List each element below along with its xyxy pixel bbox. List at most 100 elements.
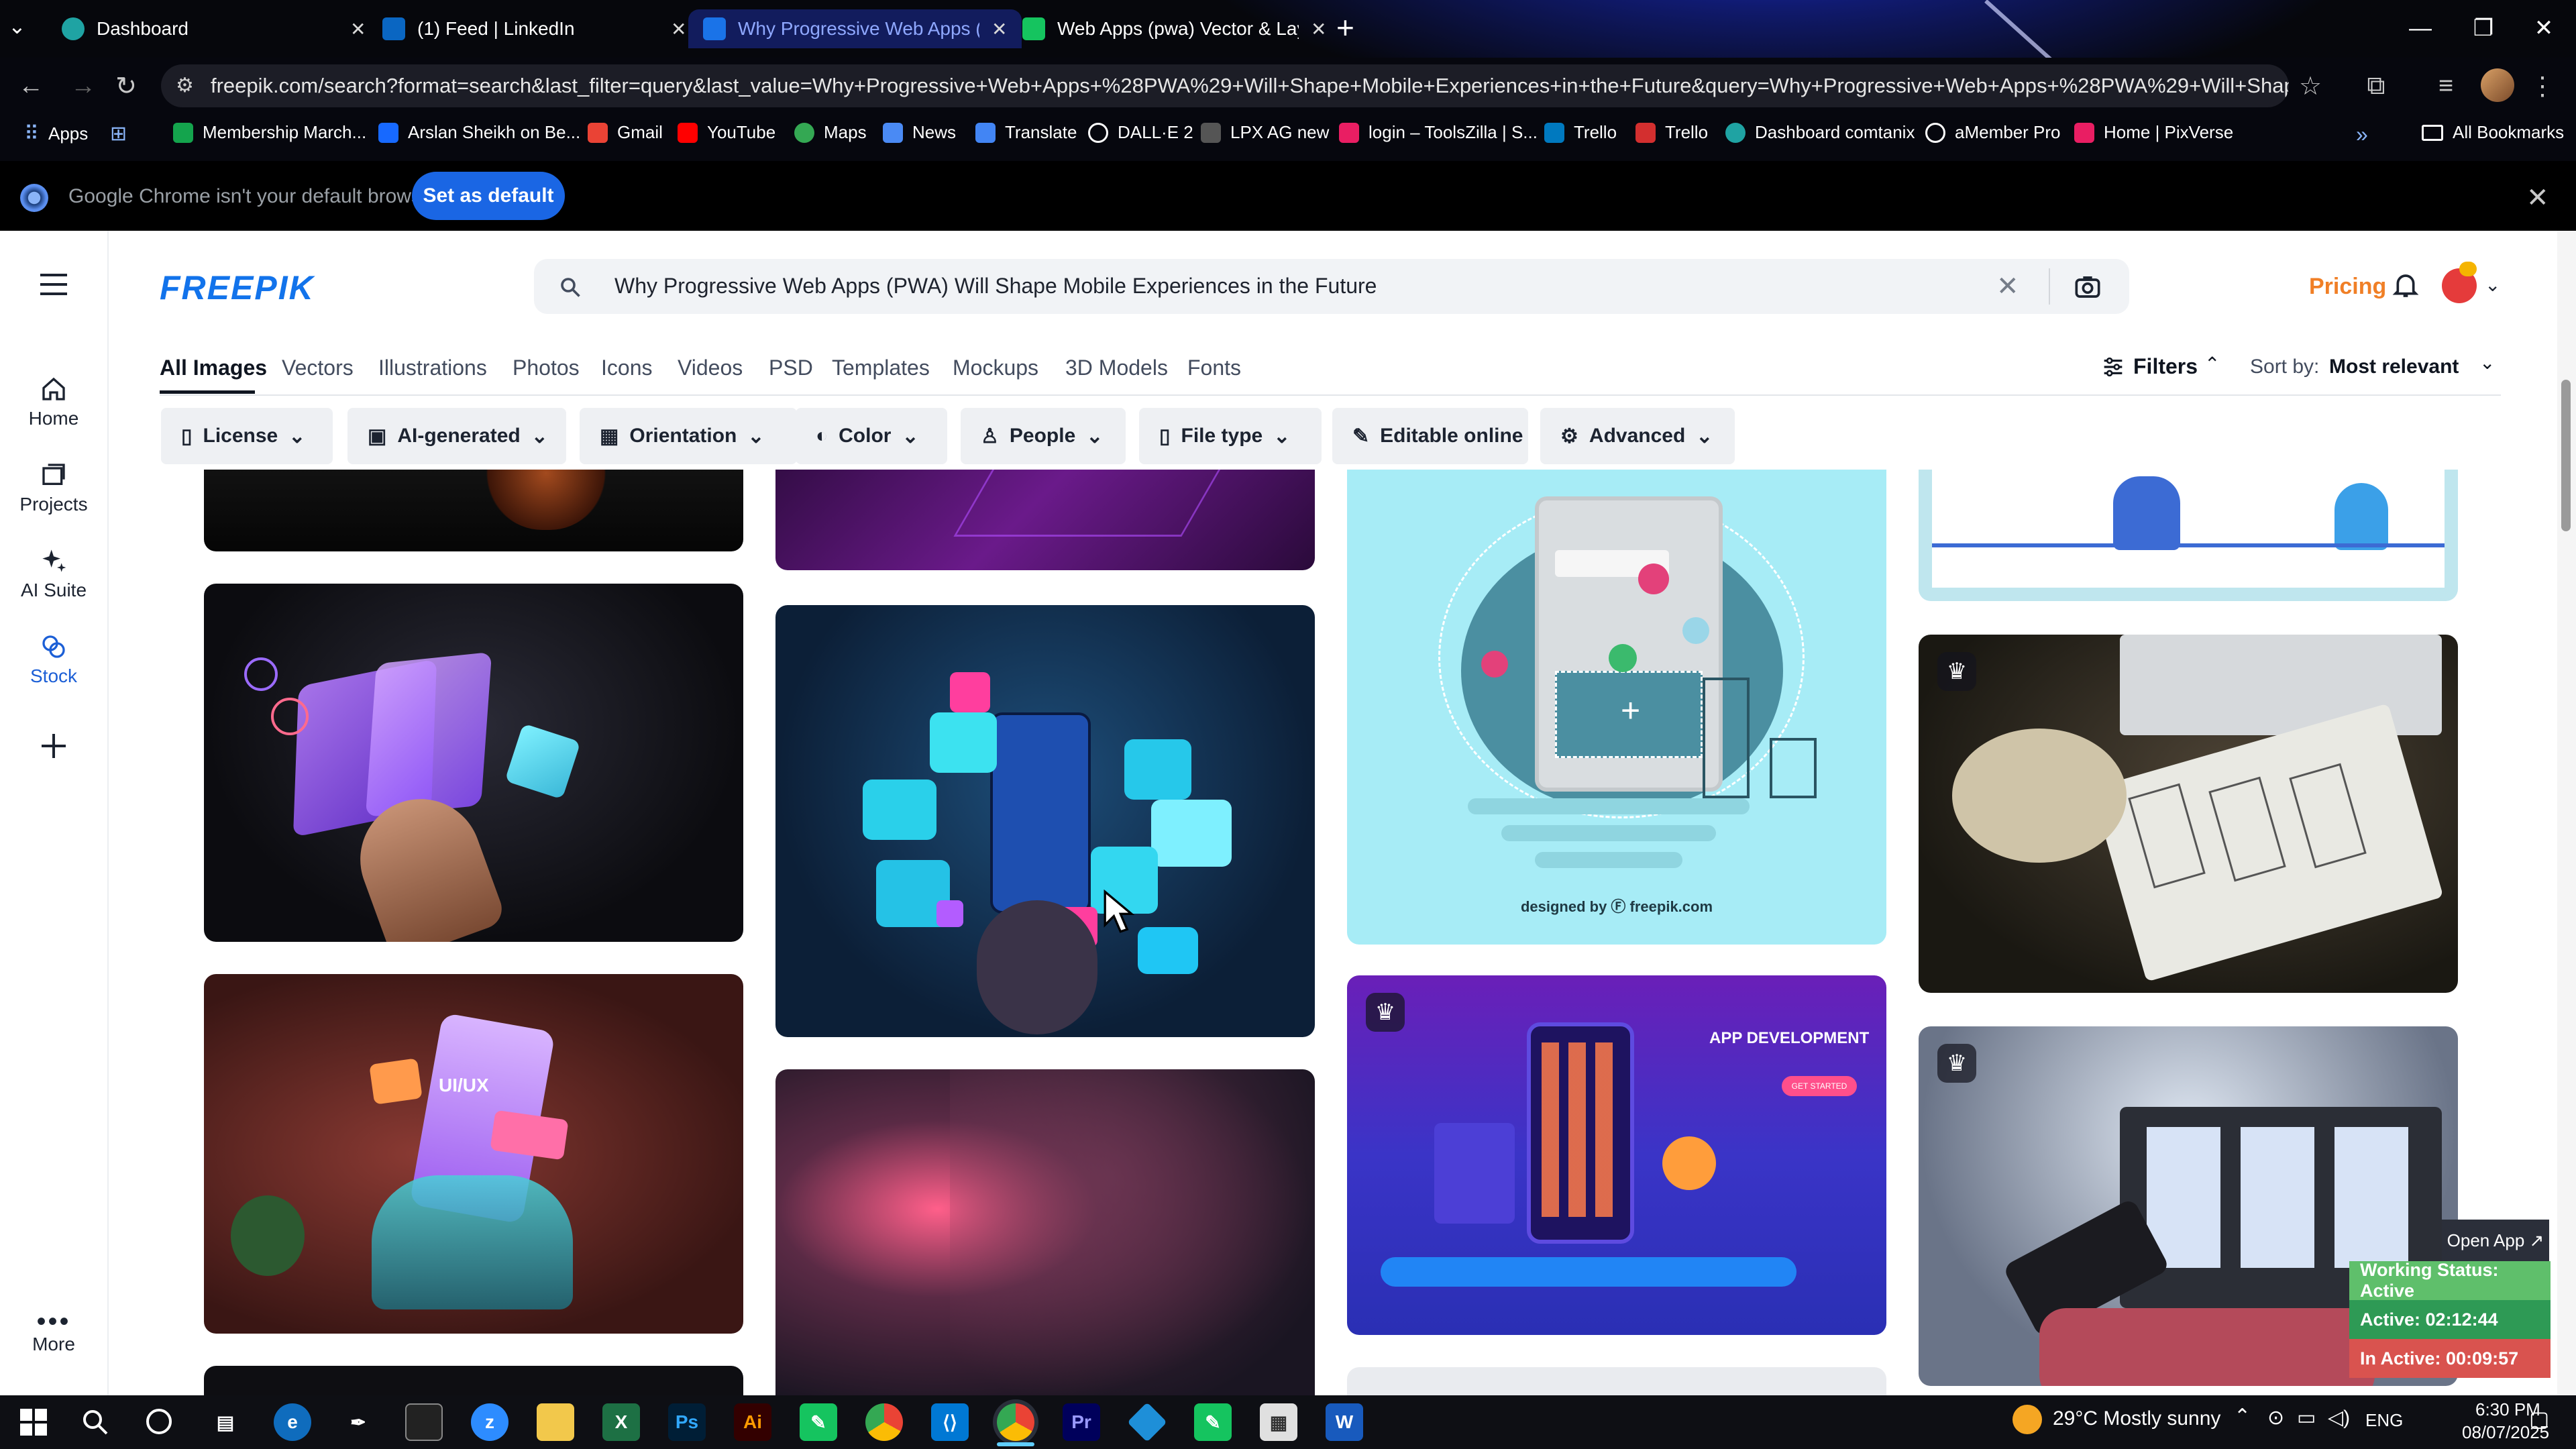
image-card[interactable] [775, 605, 1315, 1037]
tab-icons[interactable]: Icons [601, 356, 652, 380]
tab-videos[interactable]: Videos [678, 356, 743, 380]
close-window-button[interactable]: ✕ [2512, 9, 2576, 47]
notifications-icon[interactable]: ▢ [2529, 1406, 2549, 1432]
pen-tool-icon[interactable]: ✒ [339, 1403, 377, 1441]
tab-freepik-search[interactable]: Why Progressive Web Apps (PW ✕ [688, 9, 1022, 48]
tray-chevron-up-icon[interactable]: ⌃ [2234, 1405, 2251, 1428]
bookmark-youtube[interactable]: YouTube [678, 122, 775, 143]
tab-fonts[interactable]: Fonts [1187, 356, 1241, 380]
filter-color[interactable]: ◐ Color ⌄ [796, 408, 947, 464]
set-as-default-button[interactable]: Set as default [412, 172, 565, 220]
chevron-up-icon[interactable]: ⌃ [2204, 353, 2220, 375]
search-input[interactable]: Why Progressive Web Apps (PWA) Will Shap… [614, 274, 1377, 299]
calculator-icon[interactable]: ▦ [1260, 1403, 1297, 1441]
bookmark-trello-2[interactable]: Trello [1635, 122, 1708, 143]
filter-editable-online[interactable]: ✎ Editable online [1332, 408, 1528, 464]
image-card[interactable]: UI/UX [204, 974, 743, 1334]
bookmark-amember[interactable]: aMember Pro [1925, 122, 2061, 143]
bell-icon[interactable] [2392, 271, 2419, 301]
close-tab-icon[interactable]: ✕ [1311, 18, 1326, 40]
sort-chevron-down-icon[interactable]: ⌄ [2479, 352, 2495, 374]
tab-templates[interactable]: Templates [832, 356, 930, 380]
sort-select[interactable]: Most relevant [2329, 356, 2459, 378]
app-icon[interactable]: ✎ [800, 1403, 837, 1441]
filter-ai-generated[interactable]: ▣ AI-generated ⌄ [347, 408, 566, 464]
media-controls-icon[interactable]: ≡ [2427, 67, 2465, 105]
chrome-menu-icon[interactable]: ⋮ [2524, 67, 2561, 105]
cortana-icon[interactable] [146, 1409, 172, 1434]
bookmark-news[interactable]: News [883, 122, 956, 143]
bookmark-dalle[interactable]: DALL·E 2 [1088, 122, 1193, 143]
weather-text[interactable]: 29°C Mostly sunny [2053, 1407, 2220, 1430]
forward-button[interactable]: → [64, 67, 102, 105]
bookmark-star-icon[interactable]: ☆ [2292, 67, 2329, 105]
bookmark-pixverse[interactable]: Home | PixVerse [2074, 122, 2233, 143]
search-icon[interactable] [82, 1409, 109, 1436]
filter-people[interactable]: ♙ People ⌄ [961, 408, 1126, 464]
profile-avatar[interactable] [2481, 68, 2514, 102]
tab-illustrations[interactable]: Illustrations [378, 356, 487, 380]
task-view-icon[interactable]: ▤ [207, 1403, 244, 1441]
bookmark-toolszilla[interactable]: login – ToolsZilla | S... [1339, 122, 1538, 143]
tab-all-images[interactable]: All Images [160, 356, 267, 380]
clear-search-icon[interactable]: ✕ [1996, 271, 2019, 302]
add-icon[interactable] [39, 731, 68, 761]
bookmark-apps[interactable]: ⠿ Apps [24, 122, 88, 146]
volume-icon[interactable]: ◁) [2328, 1406, 2350, 1430]
bookmark-trello-1[interactable]: Trello [1544, 122, 1617, 143]
tab-linkedin[interactable]: (1) Feed | LinkedIn ✕ [368, 9, 701, 48]
filter-file-type[interactable]: ▯ File type ⌄ [1139, 408, 1322, 464]
freepik-logo[interactable]: FREEPIK [160, 268, 315, 307]
image-card[interactable]: ♛ [1919, 635, 2458, 993]
meet-now-icon[interactable]: ⊙ [2267, 1406, 2284, 1430]
image-card[interactable] [204, 1366, 743, 1395]
tab-dashboard[interactable]: Dashboard ✕ [47, 9, 380, 48]
edge-icon[interactable]: e [274, 1403, 311, 1441]
filter-advanced[interactable]: ⚙ Advanced ⌄ [1540, 408, 1735, 464]
address-bar[interactable]: ⚙ freepik.com/search?format=search&last_… [161, 64, 2289, 107]
photoshop-icon[interactable]: Ps [668, 1403, 706, 1441]
account-chevron-down-icon[interactable]: ⌄ [2485, 274, 2500, 296]
zoom-icon[interactable]: z [471, 1403, 508, 1441]
tab-search-chevron-icon[interactable]: ⌄ [8, 13, 26, 39]
tab-psd[interactable]: PSD [769, 356, 813, 380]
word-icon[interactable]: W [1326, 1403, 1363, 1441]
network-icon[interactable]: ▭ [2297, 1406, 2316, 1430]
scrollbar-thumb[interactable] [2561, 380, 2571, 531]
hamburger-menu-icon[interactable] [40, 274, 67, 295]
image-card[interactable] [1347, 1367, 1886, 1395]
chrome-icon[interactable] [865, 1403, 903, 1441]
filter-orientation[interactable]: ▦ Orientation ⌄ [580, 408, 797, 464]
image-card[interactable] [204, 470, 743, 551]
close-tab-icon[interactable]: ✕ [350, 18, 366, 40]
site-info-icon[interactable]: ⚙ [176, 74, 194, 97]
chrome-active-icon[interactable] [997, 1403, 1034, 1441]
open-app-button[interactable]: Open App ↗ [2442, 1220, 2549, 1261]
extensions-icon[interactable]: ⧉ [2357, 67, 2395, 105]
excel-icon[interactable]: X [602, 1403, 640, 1441]
restore-button[interactable]: ❐ [2451, 9, 2516, 47]
bookmark-dashboard-comtanix[interactable]: Dashboard comtanix [1725, 122, 1915, 143]
pricing-link[interactable]: Pricing [2309, 274, 2386, 300]
premiere-icon[interactable]: Pr [1063, 1403, 1100, 1441]
tab-vectors[interactable]: Vectors [282, 356, 354, 380]
image-card[interactable] [775, 470, 1315, 570]
bookmark-behance[interactable]: Arslan Sheikh on Be... [378, 122, 580, 143]
back-button[interactable]: ← [12, 67, 50, 105]
image-card[interactable] [775, 1069, 1315, 1395]
nav-more[interactable]: ••• More [0, 1308, 107, 1355]
image-card[interactable] [204, 584, 743, 942]
tab-3d-models[interactable]: 3D Models [1065, 356, 1168, 380]
file-explorer-icon[interactable] [537, 1403, 574, 1441]
close-tab-icon[interactable]: ✕ [991, 18, 1007, 40]
image-card[interactable]: + designed by Ⓕ freepik.com [1347, 470, 1886, 945]
app-icon[interactable]: ✎ [1194, 1403, 1232, 1441]
close-infobar-icon[interactable]: ✕ [2526, 182, 2549, 213]
bookmark-maps[interactable]: Maps [794, 122, 867, 143]
image-card[interactable] [1919, 470, 2458, 601]
bookmark-lpx[interactable]: LPX AG new [1201, 122, 1329, 143]
nav-home[interactable]: Home [0, 376, 107, 429]
tab-web-apps[interactable]: Web Apps (pwa) Vector & Laye ✕ [1008, 9, 1341, 48]
bookmark-membership[interactable]: Membership March... [173, 122, 366, 143]
bookmark-gmail[interactable]: Gmail [588, 122, 663, 143]
